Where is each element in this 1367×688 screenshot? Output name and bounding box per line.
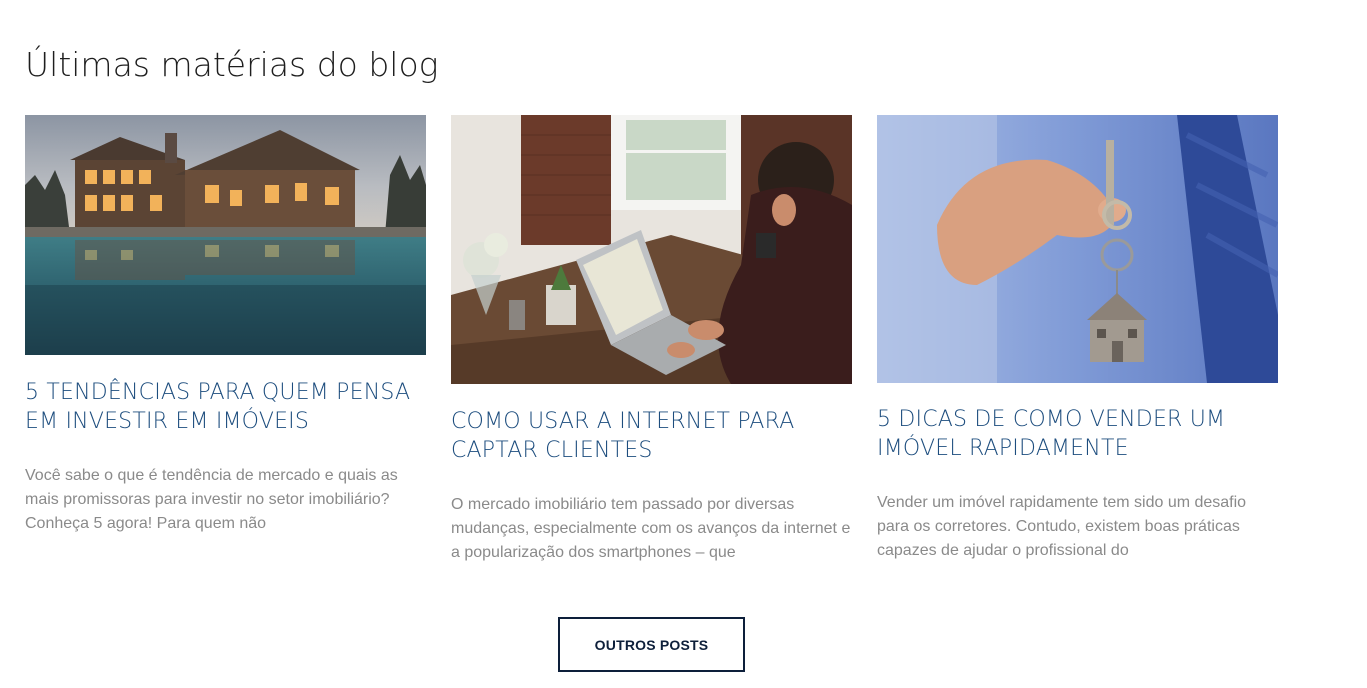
post-image-house-keys[interactable] <box>877 115 1278 383</box>
blog-card[interactable]: 5 TENDÊNCIAS PARA QUEM PENSA EM INVESTIR… <box>25 115 426 536</box>
post-image-laptop-work[interactable] <box>451 115 852 384</box>
blog-card[interactable]: 5 DICAS DE COMO VENDER UM IMÓVEL RAPIDAM… <box>877 115 1278 563</box>
post-title[interactable]: COMO USAR A INTERNET PARA CAPTAR CLIENTE… <box>451 407 852 465</box>
post-title[interactable]: 5 DICAS DE COMO VENDER UM IMÓVEL RAPIDAM… <box>877 405 1278 463</box>
post-excerpt: Vender um imóvel rapidamente tem sido um… <box>877 494 1247 559</box>
more-posts-button[interactable]: OUTROS POSTS <box>558 617 745 672</box>
post-image-house-pool[interactable] <box>25 115 426 355</box>
post-title[interactable]: 5 TENDÊNCIAS PARA QUEM PENSA EM INVESTIR… <box>25 378 426 436</box>
section-title: Últimas matérias do blog <box>25 45 439 84</box>
blog-section: Últimas matérias do blog 5 TENDÊNCIAS PA… <box>0 0 1367 688</box>
post-excerpt: O mercado imobiliário tem passado por di… <box>451 496 851 561</box>
post-excerpt: Você sabe o que é tendência de mercado e… <box>25 467 398 532</box>
blog-card[interactable]: COMO USAR A INTERNET PARA CAPTAR CLIENTE… <box>451 115 852 565</box>
